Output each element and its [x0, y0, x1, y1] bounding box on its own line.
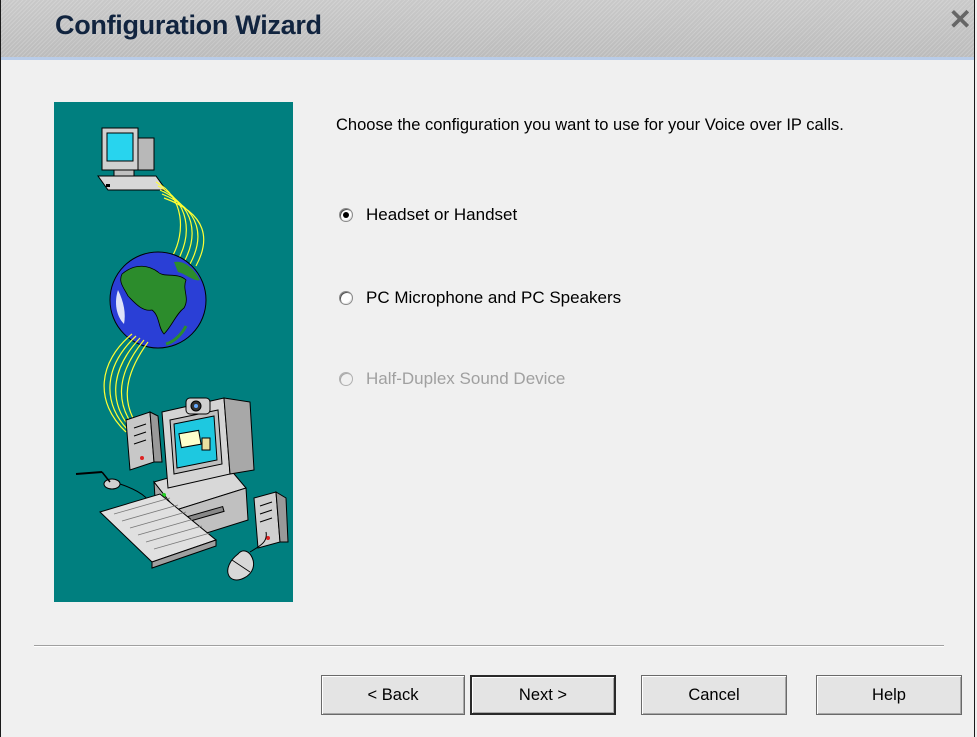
radio-half-duplex — [339, 372, 353, 386]
voip-network-illustration — [75, 127, 289, 581]
back-button[interactable]: < Back — [321, 675, 465, 715]
radio-pc-mic-speakers[interactable] — [339, 291, 353, 305]
globe-icon — [109, 251, 207, 349]
wizard-prompt: Choose the configuration you want to use… — [336, 116, 844, 134]
help-button[interactable]: Help — [816, 675, 962, 715]
option-headset[interactable]: Headset or Handset — [339, 205, 517, 225]
button-separator — [34, 645, 944, 647]
monitor-icon — [97, 127, 167, 191]
cancel-button[interactable]: Cancel — [641, 675, 787, 715]
wizard-illustration — [54, 102, 293, 602]
radio-headset[interactable] — [339, 208, 353, 222]
window-title: Configuration Wizard — [55, 10, 322, 40]
radio-selected-dot — [343, 212, 349, 218]
next-button[interactable]: Next > — [470, 675, 616, 715]
option-pc-mic-speakers-label: PC Microphone and PC Speakers — [366, 288, 622, 307]
configuration-wizard-window: Configuration Wizard ✕ Choose the config… — [0, 0, 975, 737]
option-pc-mic-speakers[interactable]: PC Microphone and PC Speakers — [339, 288, 621, 308]
option-headset-label: Headset or Handset — [366, 205, 518, 224]
speaker-icon — [125, 411, 163, 471]
option-half-duplex-label: Half-Duplex Sound Device — [366, 369, 566, 388]
option-half-duplex: Half-Duplex Sound Device — [339, 369, 565, 389]
webcam-icon — [185, 397, 211, 415]
close-icon[interactable]: ✕ — [949, 6, 972, 34]
title-bar[interactable]: Configuration Wizard ✕ — [1, 0, 974, 60]
speaker-icon-right — [253, 491, 289, 549]
